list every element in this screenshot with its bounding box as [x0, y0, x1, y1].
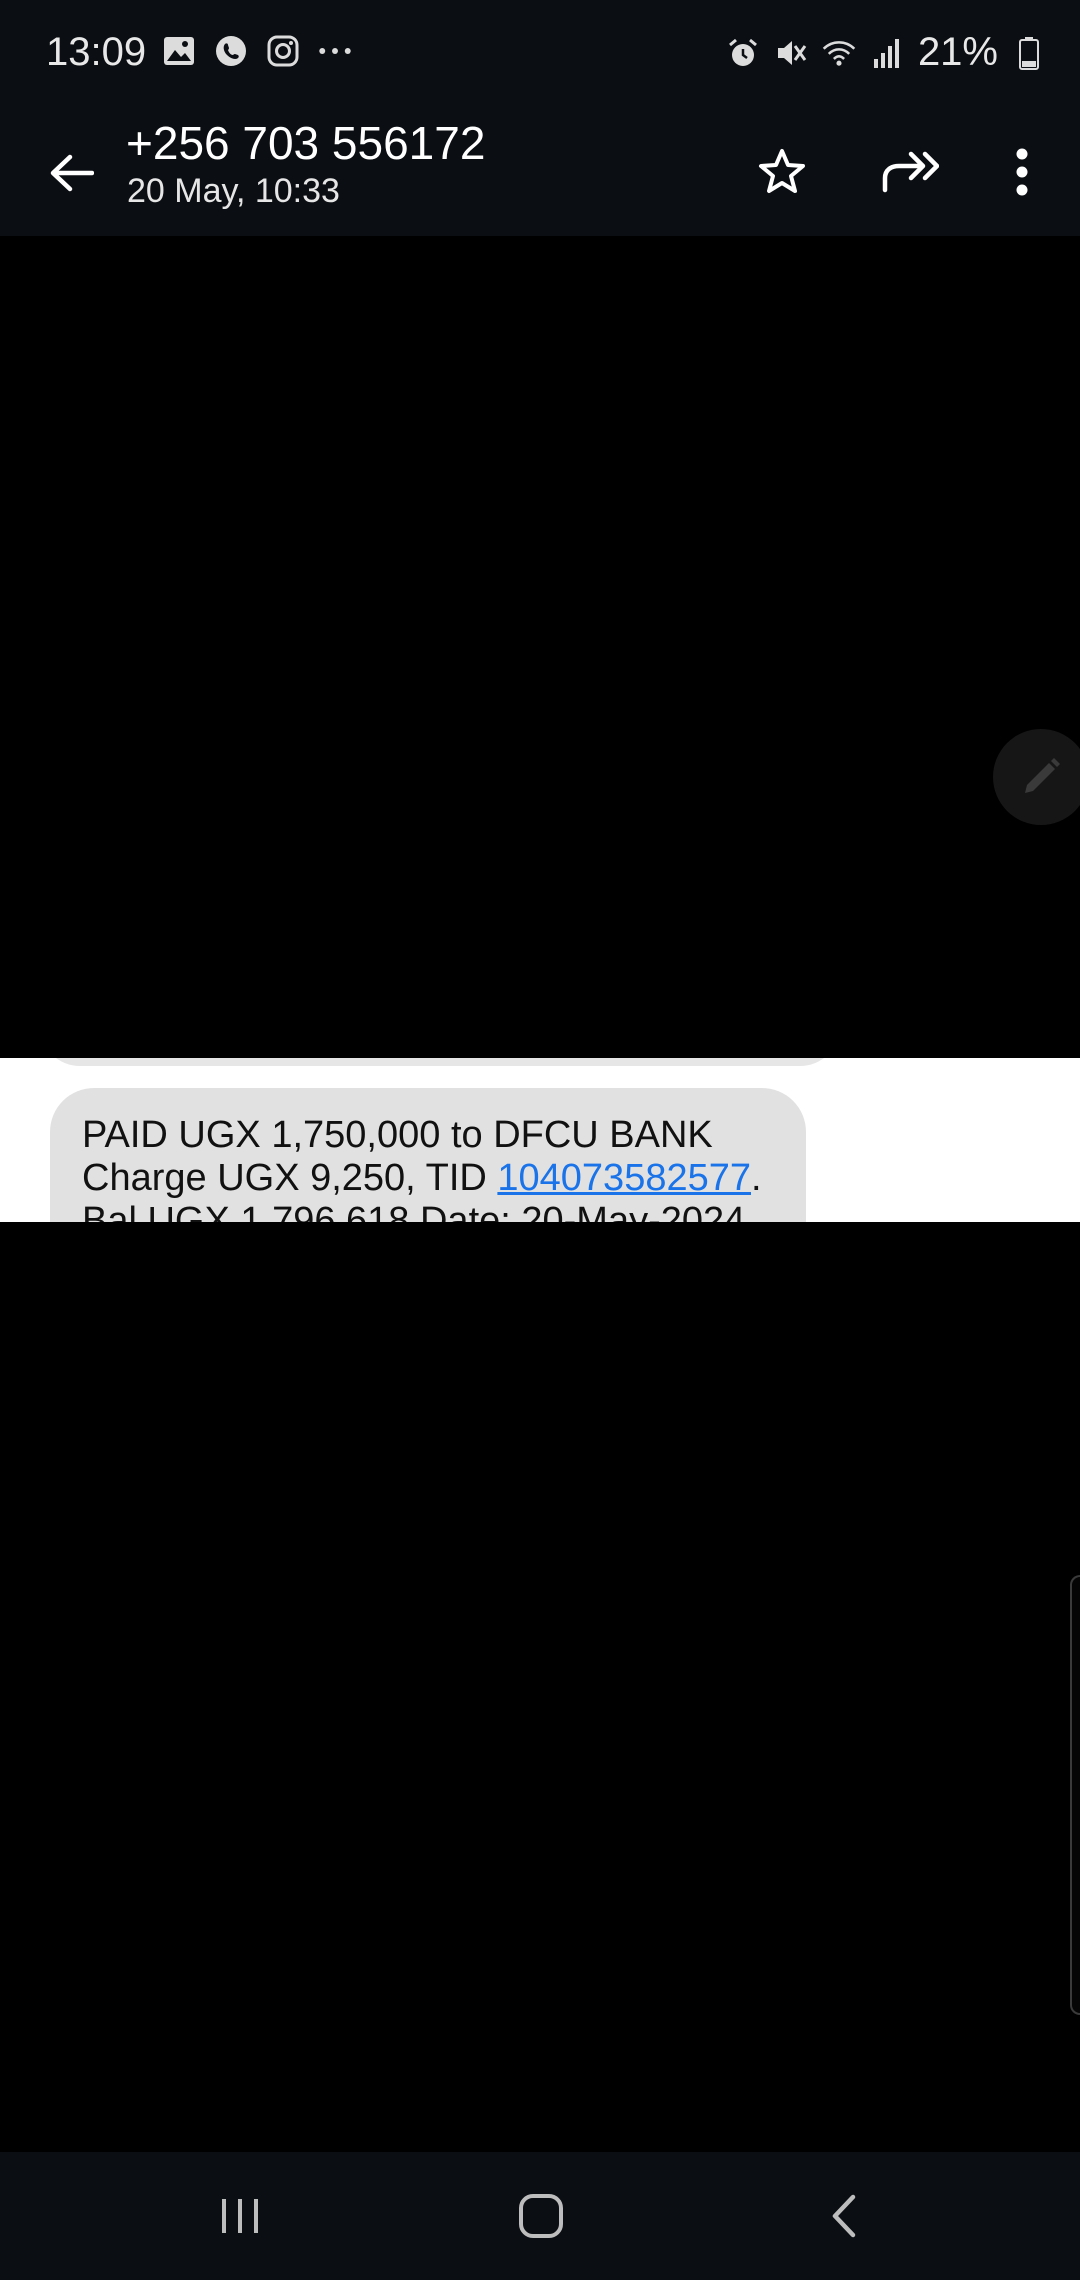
- notification-icons: [162, 34, 352, 68]
- obscured-content-bottom: [0, 1222, 1080, 2152]
- system-indicators: 21%: [726, 30, 1046, 75]
- charge-text: Charge UGX 9,250, TID: [82, 1157, 498, 1199]
- navigation-bar: [0, 2152, 1080, 2280]
- previous-message-bubble: [40, 1058, 840, 1066]
- back-button[interactable]: [36, 138, 106, 208]
- more-options-button[interactable]: [982, 132, 1062, 212]
- edit-button[interactable]: [993, 729, 1080, 825]
- battery-icon: [1012, 36, 1046, 70]
- back-nav-button[interactable]: [794, 2176, 894, 2256]
- back-chevron-icon: [832, 2194, 856, 2238]
- recents-icon: [222, 2199, 258, 2233]
- home-icon: [519, 2194, 563, 2238]
- message-line-1: PAID UGX 1,750,000 to DFCU BANK: [82, 1114, 713, 1156]
- back-arrow-icon: [50, 154, 94, 192]
- signal-icon: [870, 36, 904, 70]
- scroll-handle[interactable]: [1070, 1575, 1080, 2015]
- status-time: 13:09: [46, 30, 147, 74]
- instagram-icon: [266, 34, 300, 68]
- more-notifications-icon: [318, 34, 352, 68]
- mute-icon: [774, 36, 808, 70]
- contact-number: +256 703 556172: [126, 117, 486, 169]
- status-bar: 13:09 21%: [0, 0, 1080, 108]
- message-date: 20 May, 10:33: [127, 172, 340, 210]
- message-thread-visible: PAID UGX 1,750,000 to DFCU BANK Charge U…: [0, 1058, 1080, 1222]
- message-text: PAID UGX 1,750,000 to DFCU BANK Charge U…: [82, 1114, 802, 1222]
- period: .: [751, 1157, 762, 1199]
- star-button[interactable]: [742, 132, 822, 212]
- recent-apps-button[interactable]: [190, 2176, 290, 2256]
- forward-button[interactable]: [870, 132, 950, 212]
- wifi-icon: [822, 36, 856, 70]
- home-button[interactable]: [491, 2176, 591, 2256]
- star-icon: [759, 149, 805, 193]
- viber-icon: [214, 34, 248, 68]
- tid-link[interactable]: 104073582577: [497, 1157, 751, 1199]
- obscured-content-top: [0, 236, 1080, 1058]
- conversation-header: +256 703 556172 20 May, 10:33: [0, 108, 1080, 236]
- more-vert-icon: [1016, 148, 1028, 196]
- gallery-icon: [162, 34, 196, 68]
- battery-percentage: 21%: [917, 30, 998, 74]
- message-line-2: Charge UGX 9,250, TID 104073582577.: [82, 1157, 802, 1200]
- pencil-icon: [1025, 758, 1060, 793]
- alarm-icon: [726, 36, 760, 70]
- forward-icon: [882, 151, 939, 193]
- message-line-3: Bal UGX 1,796,618 Date: 20-May-2024: [82, 1200, 746, 1222]
